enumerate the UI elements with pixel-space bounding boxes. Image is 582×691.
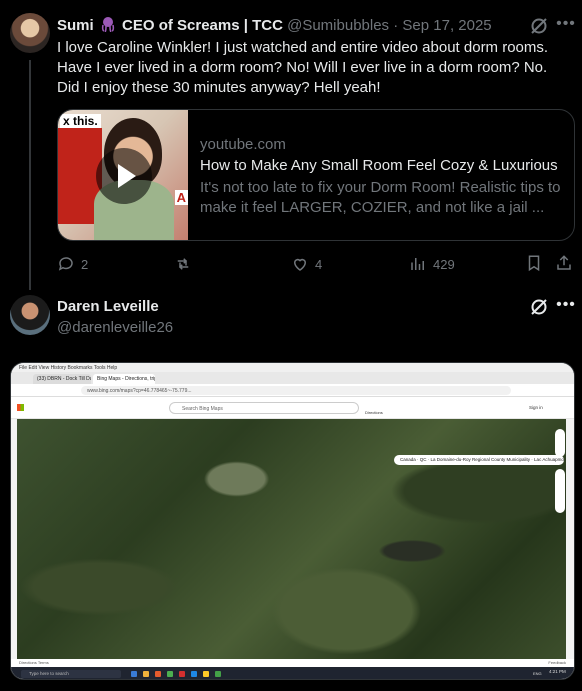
video-thumbnail[interactable]: x this. A: [58, 110, 188, 240]
browser-menubar: File Edit View History Bookmarks Tools H…: [11, 363, 574, 372]
grok-icon[interactable]: [529, 297, 549, 317]
separator: ·: [393, 17, 399, 34]
like-count: 4: [315, 256, 323, 272]
handle[interactable]: @darenleveille26: [57, 318, 173, 338]
browser-tab-active: Bing Maps - Directions, trip pla: [93, 374, 155, 384]
signin-label: Sign in: [529, 405, 543, 410]
post-text: I love Caroline Winkler! I just watched …: [57, 39, 549, 96]
display-name[interactable]: Daren Leveille: [57, 298, 159, 315]
browser-tabbar: (33) DBRN - Dock Till Dawn Bing Maps - D…: [11, 372, 574, 384]
repost-icon: [177, 258, 189, 270]
share-icon[interactable]: [555, 254, 573, 272]
post2-header: Daren Leveille: [57, 297, 159, 317]
avatar-sumi[interactable]: [10, 13, 50, 53]
location-chip: Canada · QC · La Domaine-du-Roy Regional…: [394, 455, 564, 465]
more-options-icon[interactable]: •••: [556, 14, 576, 34]
attached-screenshot[interactable]: File Edit View History Bookmarks Tools H…: [10, 362, 575, 680]
taskbar-lang: ENG: [533, 671, 542, 676]
taskbar-search: Type here to search: [21, 670, 121, 678]
thumbnail-letter: A: [174, 190, 188, 205]
post1-header: Sumi CEO of Screams | TCC @Sumibubbles ·…: [57, 16, 492, 36]
url-field: www.bing.com/maps?cp=46.778465~-75.779..…: [81, 386, 511, 395]
link-card[interactable]: x this. A youtube.com How to Make Any Sm…: [57, 109, 575, 241]
windows-taskbar: Type here to search ENG 4:21 PM: [11, 667, 574, 679]
microsoft-logo-icon: [17, 404, 24, 411]
bing-header: Search Bing Maps Directions Sign in: [11, 397, 574, 419]
post-date[interactable]: Sep 17, 2025: [402, 17, 491, 34]
avatar-daren[interactable]: [10, 295, 50, 335]
heart-icon: [293, 258, 307, 271]
card-domain: youtube.com: [200, 136, 286, 153]
like-button[interactable]: 4: [291, 254, 322, 274]
grok-icon[interactable]: [529, 16, 549, 36]
bing-search-box: Search Bing Maps: [169, 402, 359, 414]
post1-actions: 2 4 429: [57, 254, 575, 274]
display-name-suffix[interactable]: CEO of Screams | TCC: [122, 17, 283, 34]
views-button[interactable]: 429: [409, 254, 455, 274]
reply-button[interactable]: 2: [57, 254, 88, 274]
map-controls: [555, 429, 565, 457]
thread-line: [29, 60, 31, 290]
reply-count: 2: [81, 256, 89, 272]
bookmark-icon[interactable]: [525, 254, 543, 272]
thumbnail-sticker: x this.: [60, 114, 101, 128]
card-title: How to Make Any Small Room Feel Cozy & L…: [200, 157, 558, 174]
repost-button[interactable]: [174, 254, 198, 274]
views-count: 429: [433, 256, 455, 272]
display-name[interactable]: Sumi: [57, 17, 94, 34]
more-options-icon[interactable]: •••: [556, 295, 576, 315]
map-statusbar: Directions Terms Feedback: [11, 659, 574, 667]
directions-label: Directions: [365, 410, 383, 415]
handle[interactable]: @Sumibubbles: [287, 17, 389, 34]
views-icon: [411, 258, 424, 270]
play-icon[interactable]: [96, 148, 152, 204]
browser-urlbar: www.bing.com/maps?cp=46.778465~-75.779..…: [11, 384, 574, 397]
taskbar-time: 4:21 PM: [549, 669, 566, 674]
octopus-emoji-icon: [101, 17, 114, 32]
reply-icon: [58, 257, 73, 271]
browser-tab: (33) DBRN - Dock Till Dawn: [33, 374, 91, 384]
zoom-controls: [555, 469, 565, 513]
card-description: It's not too late to fix your Dorm Room!…: [200, 179, 561, 216]
